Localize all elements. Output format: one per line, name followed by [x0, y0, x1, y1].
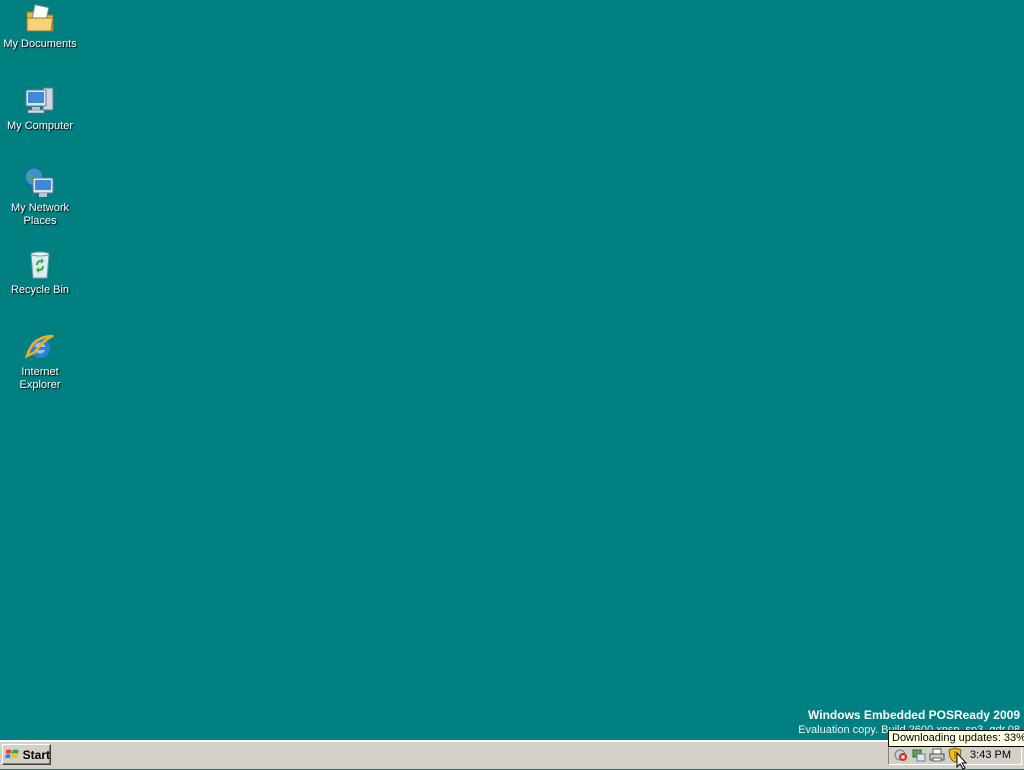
- clock[interactable]: 3:43 PM: [970, 749, 1011, 761]
- desktop-icon-label: My Computer: [6, 120, 74, 132]
- taskbar: Start 3:43 PM: [0, 740, 1024, 769]
- printer-icon[interactable]: [929, 747, 945, 763]
- my-computer-icon: [25, 87, 54, 114]
- windows-logo-icon: [5, 749, 19, 759]
- desktop-icon-label: My Documents: [3, 38, 77, 50]
- desktop-icon-network-places[interactable]: My Network Places: [2, 166, 78, 228]
- my-documents-icon: [26, 4, 54, 32]
- start-button[interactable]: Start: [2, 744, 51, 765]
- desktop-icon-internet-explorer[interactable]: Internet Explorer: [2, 330, 78, 392]
- watermark-title: Windows Embedded POSReady 2009: [808, 708, 1020, 722]
- network-places-icon: [24, 167, 54, 197]
- internet-explorer-icon: [24, 334, 54, 359]
- desktop: My Documents My Computer My Network Plac…: [0, 0, 1024, 740]
- desktop-icon-label: Recycle Bin: [10, 284, 70, 296]
- desktop-icon-my-computer[interactable]: My Computer: [2, 84, 78, 133]
- desktop-icon-my-documents[interactable]: My Documents: [2, 2, 78, 51]
- mouse-cursor-icon: [956, 752, 968, 770]
- recycle-bin-icon: [30, 251, 50, 279]
- update-tooltip: Downloading updates: 33%: [888, 730, 1024, 747]
- system-tray: 3:43 PM: [888, 744, 1022, 765]
- network-warning-icon[interactable]: [893, 747, 909, 763]
- start-label: Start: [22, 747, 50, 762]
- desktop-icon-label: Internet Explorer: [19, 366, 61, 391]
- desktop-icon-label: My Network Places: [10, 202, 70, 227]
- desktop-icon-recycle-bin[interactable]: Recycle Bin: [2, 248, 78, 297]
- connection-icon[interactable]: [911, 747, 927, 763]
